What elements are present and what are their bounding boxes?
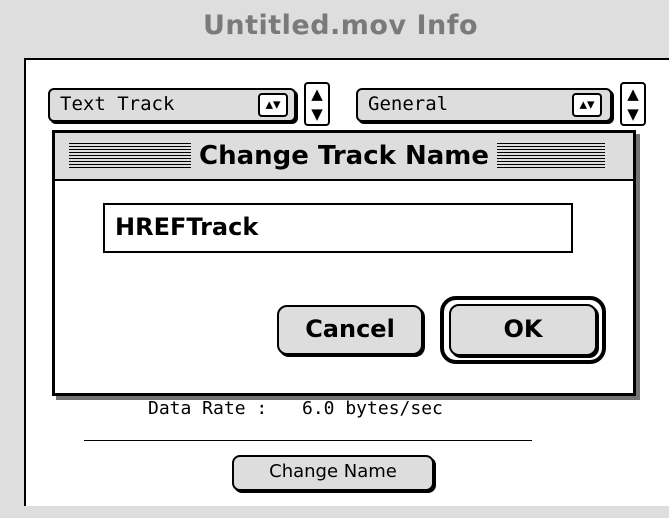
stepper-up-icon[interactable]: ▲ <box>622 84 644 104</box>
popup-arrows-icon: ▴▾ <box>258 93 288 117</box>
popup-arrows-icon: ▴▾ <box>572 93 602 117</box>
dialog-title-wrap: Change Track Name <box>55 141 633 171</box>
dialog-title: Change Track Name <box>191 141 497 171</box>
info-type-stepper[interactable]: ▲ ▼ <box>620 82 646 126</box>
data-rate-value: 6.0 bytes/sec <box>302 398 443 419</box>
cancel-button[interactable]: Cancel <box>277 305 423 355</box>
window-titlebar[interactable]: Untitled.mov Info <box>12 0 669 56</box>
stepper-up-icon[interactable]: ▲ <box>306 84 328 104</box>
change-name-button[interactable]: Change Name <box>232 455 434 491</box>
info-type-popup[interactable]: General ▴▾ <box>356 88 612 122</box>
track-popup-label: Text Track <box>60 93 175 115</box>
window-title: Untitled.mov Info <box>202 10 479 41</box>
window-frame-bottom <box>0 506 669 518</box>
data-rate-label: Data Rate : <box>148 398 268 419</box>
stepper-down-icon[interactable]: ▼ <box>622 104 644 124</box>
window-frame-left <box>0 0 12 518</box>
ok-button[interactable]: OK <box>449 304 597 356</box>
divider <box>84 440 532 441</box>
data-rate-row: Data Rate : 6.0 bytes/sec <box>148 398 443 419</box>
info-type-popup-label: General <box>368 93 449 115</box>
track-stepper[interactable]: ▲ ▼ <box>304 82 330 126</box>
dialog-titlebar[interactable]: Change Track Name <box>55 133 633 181</box>
track-popup[interactable]: Text Track ▴▾ <box>48 88 296 122</box>
stepper-down-icon[interactable]: ▼ <box>306 104 328 124</box>
info-window: Untitled.mov Info Text Track ▴▾ ▲ ▼ Gene… <box>0 0 669 518</box>
track-name-field[interactable]: HREFTrack <box>103 203 573 253</box>
